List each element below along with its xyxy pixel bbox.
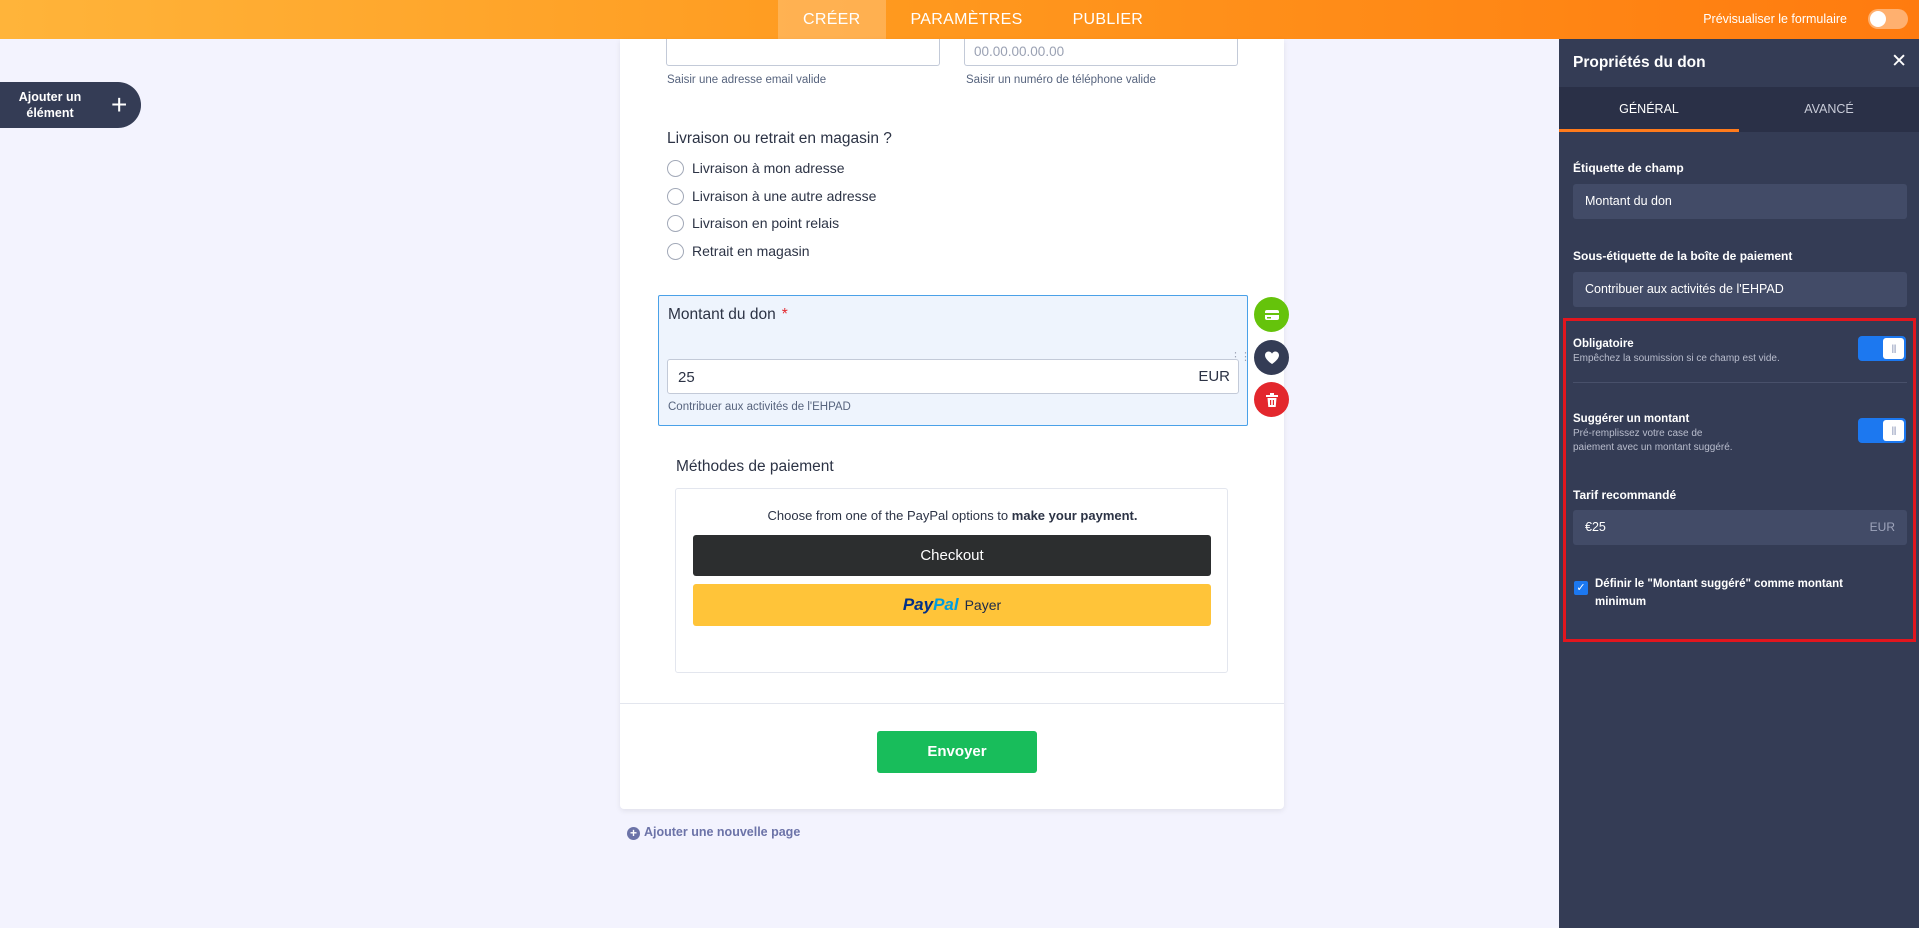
- toggle-knob: [1870, 11, 1886, 27]
- tab-parametres[interactable]: PARAMÈTRES: [886, 0, 1048, 39]
- required-mark: *: [781, 306, 788, 323]
- checkout-button[interactable]: Checkout: [693, 535, 1211, 576]
- radio-delivery-home[interactable]: [667, 160, 684, 177]
- donation-sublabel: Contribuer aux activités de l'EHPAD: [668, 401, 851, 413]
- paypal-logo: Pal: [933, 595, 959, 614]
- add-element-button[interactable]: Ajouter un élément +: [0, 82, 141, 128]
- paypal-logo: Pay: [902, 595, 934, 614]
- trash-icon: [1265, 392, 1278, 407]
- divider: [1573, 382, 1907, 383]
- payment-settings-button[interactable]: [1254, 297, 1289, 332]
- paypal-intro: Choose from one of the PayPal options to…: [767, 508, 1138, 523]
- add-new-page-link[interactable]: + Ajouter une nouvelle page: [627, 825, 800, 840]
- suggest-amount-title: Suggérer un montant: [1573, 413, 1690, 425]
- required-title: Obligatoire: [1573, 338, 1634, 350]
- credit-card-icon: [1264, 310, 1279, 321]
- add-element-label: Ajouter un élément: [18, 90, 82, 120]
- currency-suffix: EUR: [1869, 520, 1895, 534]
- close-icon[interactable]: ✕: [1891, 50, 1907, 73]
- radio-delivery-other[interactable]: [667, 188, 684, 205]
- radio-store-pickup[interactable]: [667, 243, 684, 260]
- email-sublabel: Saisir une adresse email valide: [667, 74, 827, 86]
- radio-delivery-relay[interactable]: [667, 215, 684, 232]
- radio-label: Retrait en magasin: [692, 243, 810, 259]
- field-label-input[interactable]: Montant du don: [1573, 184, 1907, 219]
- properties-panel: Propriétés du don ✕ GÉNÉRAL AVANCÉ Étiqu…: [1559, 39, 1919, 928]
- required-description: Empêchez la soumission si ce champ est v…: [1573, 353, 1780, 364]
- phone-field[interactable]: 00.00.00.00.00: [964, 39, 1238, 66]
- sublabel-input[interactable]: Contribuer aux activités de l'EHPAD: [1573, 272, 1907, 307]
- donation-label: Montant du don *: [668, 306, 788, 323]
- suggest-amount-toggle[interactable]: |||: [1858, 418, 1906, 443]
- paypal-action-label: Payer: [964, 597, 1002, 613]
- paypal-widget: Choose from one of the PayPal options to…: [675, 488, 1228, 673]
- donation-amount-input[interactable]: 25 EUR: [667, 359, 1239, 394]
- tab-advanced[interactable]: AVANCÉ: [1739, 87, 1919, 132]
- donation-value: 25: [678, 369, 695, 386]
- email-field[interactable]: [666, 39, 940, 66]
- panel-tabs: GÉNÉRAL AVANCÉ: [1559, 87, 1919, 132]
- submit-button[interactable]: Envoyer: [877, 731, 1037, 773]
- sublabel-title: Sous-étiquette de la boîte de paiement: [1573, 249, 1793, 263]
- tab-publier[interactable]: PUBLIER: [1048, 0, 1169, 39]
- minimum-amount-checkbox[interactable]: ✓: [1574, 581, 1588, 595]
- field-label-title: Étiquette de champ: [1573, 161, 1684, 175]
- tab-general[interactable]: GÉNÉRAL: [1559, 87, 1739, 132]
- heart-icon: [1264, 351, 1279, 365]
- delivery-question: Livraison ou retrait en magasin ?: [667, 130, 892, 147]
- payment-methods-title: Méthodes de paiement: [676, 458, 834, 475]
- plus-circle-icon: +: [627, 827, 640, 840]
- divider: [620, 703, 1284, 704]
- builder-tabs: CRÉER PARAMÈTRES PUBLIER: [778, 0, 1168, 39]
- panel-title: Propriétés du don: [1573, 54, 1706, 71]
- tab-creer[interactable]: CRÉER: [778, 0, 886, 39]
- delete-field-button[interactable]: [1254, 382, 1289, 417]
- toggle-grip-icon: |||: [1883, 338, 1904, 359]
- phone-sublabel: Saisir un numéro de téléphone valide: [966, 74, 1156, 86]
- radio-label: Livraison à mon adresse: [692, 160, 845, 176]
- radio-label: Livraison en point relais: [692, 215, 840, 231]
- preview-toggle[interactable]: [1868, 9, 1908, 29]
- preview-label: Prévisualiser le formulaire: [1703, 12, 1847, 26]
- plus-icon: +: [111, 89, 128, 120]
- currency-label: EUR: [1198, 368, 1230, 385]
- recommended-rate-input[interactable]: €25 EUR: [1573, 510, 1907, 545]
- donation-properties-button[interactable]: [1254, 340, 1289, 375]
- donation-field[interactable]: Montant du don * ⋮⋮ 25 EUR Contribuer aux…: [658, 295, 1251, 426]
- toggle-grip-icon: |||: [1883, 420, 1904, 441]
- form-canvas: Saisir une adresse email valide 00.00.00…: [620, 39, 1289, 809]
- paypal-button[interactable]: PayPal Payer: [693, 584, 1211, 626]
- minimum-amount-label: Définir le "Montant suggéré" comme monta…: [1595, 578, 1843, 608]
- radio-label: Livraison à une autre adresse: [692, 188, 877, 204]
- top-bar: CRÉER PARAMÈTRES PUBLIER Prévisualiser l…: [0, 0, 1919, 39]
- required-toggle[interactable]: |||: [1858, 336, 1906, 361]
- recommended-rate-title: Tarif recommandé: [1573, 488, 1677, 502]
- suggest-amount-description: Pré-remplissez votre case de paiement av…: [1573, 428, 1733, 453]
